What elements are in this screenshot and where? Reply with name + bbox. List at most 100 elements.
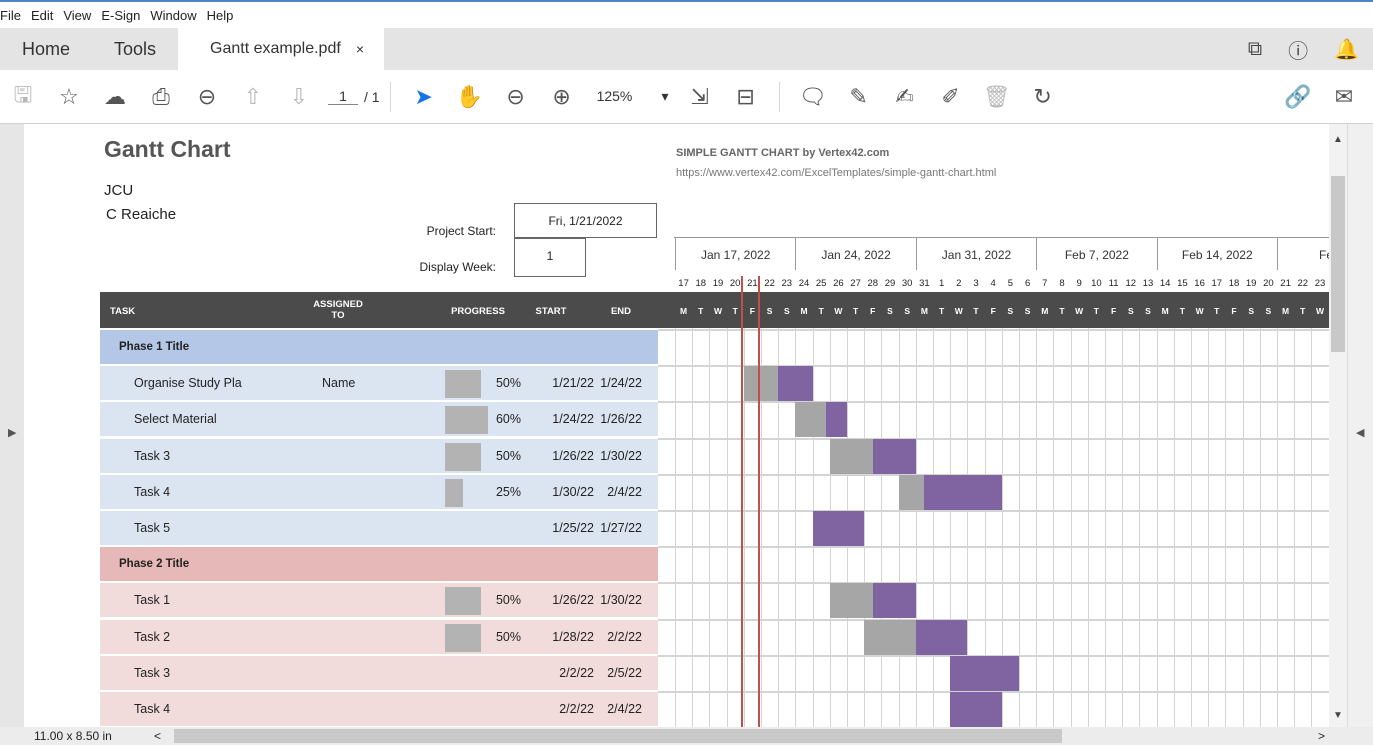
scroll-down-icon[interactable]: ▼ <box>1333 710 1343 721</box>
print-icon[interactable]: ⎙ <box>138 84 184 110</box>
next-page-icon[interactable]: ⇩ <box>276 84 322 110</box>
upload-cloud-icon[interactable]: ☁ <box>92 84 138 110</box>
day-number: 23 <box>1314 278 1326 289</box>
task-name: Task 4 <box>134 702 171 716</box>
zoom-in-icon[interactable]: ⊕ <box>539 84 585 110</box>
link-share-icon[interactable]: 🔗 <box>1275 84 1321 110</box>
grid-column-line <box>1053 328 1055 727</box>
scroll-right-icon[interactable]: > <box>1318 729 1325 743</box>
previous-page-icon[interactable]: ⇧ <box>230 84 276 110</box>
end-date: 1/24/22 <box>600 376 642 391</box>
page-total: / 1 <box>364 88 380 105</box>
day-number: 12 <box>1125 278 1137 289</box>
gantt-bar-remaining <box>915 619 968 655</box>
phase-header-row: Phase 1 Title <box>100 330 658 364</box>
highlight-pen-icon[interactable]: ✎ <box>836 84 882 110</box>
day-letter: S <box>1127 306 1134 316</box>
task-name: Task 2 <box>134 629 171 644</box>
project-start-label: Project Start: <box>426 224 496 238</box>
progress-value <box>445 656 521 690</box>
task-row: Task 2 50% 1/28/22 2/2/22 <box>100 619 658 654</box>
today-marker-line <box>758 276 760 727</box>
scroll-up-icon[interactable]: ▲ <box>1333 134 1343 145</box>
main-toolbar: 🖫 ☆ ☁ ⎙ ⊖ ⇧ ⇩ 1 / 1 ➤ ✋ ⊖ ⊕ 125% ▾ ⇲ ⊟ 🗨… <box>0 70 1373 124</box>
day-letter: M <box>800 306 808 316</box>
menu-view[interactable]: View <box>61 8 97 23</box>
menu-window[interactable]: Window <box>148 8 202 23</box>
page-title: Gantt Chart <box>104 136 231 162</box>
grid-column-line <box>881 328 883 727</box>
menu-edit[interactable]: Edit <box>29 8 59 23</box>
menu-help[interactable]: Help <box>205 8 240 23</box>
day-letter: W <box>1315 306 1324 316</box>
day-letter: F <box>990 306 996 316</box>
scroll-mode-icon[interactable]: ⊟ <box>723 84 769 110</box>
gantt-bar-completed <box>898 474 925 510</box>
task-name: Phase 2 Title <box>119 558 190 571</box>
delete-trash-icon[interactable]: 🗑 <box>974 84 1020 110</box>
gantt-bar-completed <box>829 583 873 619</box>
task-name: Select Material <box>134 412 217 427</box>
day-number: 6 <box>1024 278 1031 289</box>
zoom-search-icon[interactable]: ⊖ <box>184 84 230 110</box>
share-screen-icon[interactable]: ⧉ <box>1248 38 1262 61</box>
close-icon[interactable]: × <box>356 41 364 57</box>
select-pointer-icon[interactable]: ➤ <box>401 84 447 110</box>
column-start: START <box>535 306 567 317</box>
right-panel-toggle[interactable]: ◀ <box>1347 124 1373 727</box>
week-header: Feb 21 <box>1277 238 1329 270</box>
task-name: Organise Study Pla <box>134 376 242 391</box>
tab-home[interactable]: Home <box>0 28 92 70</box>
day-letter: M <box>1282 306 1290 316</box>
day-letter: M <box>1161 306 1169 316</box>
save-icon[interactable]: 🖫 <box>0 78 46 116</box>
menu-file[interactable]: File <box>0 8 27 23</box>
end-date: 1/30/22 <box>600 593 642 608</box>
progress-value: 25% <box>495 484 521 499</box>
day-number: 14 <box>1159 278 1171 289</box>
day-number: 2 <box>956 278 962 289</box>
expand-right-icon: ▶ <box>8 427 17 439</box>
vertical-scrollbar[interactable]: ▲ ▼ <box>1329 124 1347 727</box>
day-number: 9 <box>1076 278 1082 289</box>
rotate-icon[interactable]: ↻ <box>1020 84 1066 110</box>
page-number-input[interactable]: 1 <box>328 88 358 105</box>
day-letter: S <box>783 306 790 316</box>
comment-icon[interactable]: 🗨 <box>790 84 836 110</box>
zoom-select[interactable]: 125% ▾ <box>597 88 677 105</box>
grid-column-line <box>1019 328 1020 727</box>
grid-column-line <box>1208 328 1210 727</box>
template-url: https://www.vertex42.com/ExcelTemplates/… <box>676 167 997 179</box>
menu-esign[interactable]: E-Sign <box>99 8 146 23</box>
page-navigator: 1 / 1 <box>328 88 380 105</box>
sign-icon[interactable]: ✍ <box>882 84 928 110</box>
end-date: 1/26/22 <box>600 412 642 427</box>
task-row: Task 3 2/2/22 2/5/22 <box>100 655 658 690</box>
day-letter: W <box>1075 306 1084 316</box>
tab-document[interactable]: Gantt example.pdf × <box>178 28 385 70</box>
scroll-left-icon[interactable]: < <box>154 729 161 743</box>
day-letter: W <box>834 306 843 316</box>
horizontal-scroll-thumb[interactable] <box>174 729 1062 743</box>
zoom-out-icon[interactable]: ⊖ <box>493 84 539 110</box>
day-number: 27 <box>850 278 861 289</box>
column-end: END <box>610 306 632 317</box>
start-date: 1/25/22 <box>552 521 594 535</box>
bookmark-star-icon[interactable]: ☆ <box>46 84 92 110</box>
help-icon[interactable]: ⓘ <box>1288 35 1308 64</box>
vertical-scroll-thumb[interactable] <box>1331 176 1345 352</box>
edit-text-icon[interactable]: ✐ <box>928 84 974 110</box>
day-letter: S <box>1145 306 1151 316</box>
day-letter: S <box>766 306 773 316</box>
end-date: 2/4/22 <box>607 484 642 499</box>
day-letter: T <box>938 306 945 316</box>
fit-page-icon[interactable]: ⇲ <box>677 84 723 110</box>
left-panel-toggle[interactable]: ▶ <box>0 124 24 727</box>
project-start-value: Fri, 1/21/2022 <box>514 203 657 238</box>
notification-bell-icon[interactable]: 🔔 <box>1334 37 1359 62</box>
tab-tools[interactable]: Tools <box>92 28 178 70</box>
day-number: 23 <box>781 278 793 289</box>
week-header: Feb 7, 2022 <box>1036 238 1156 270</box>
hand-pan-icon[interactable]: ✋ <box>447 84 493 110</box>
email-icon[interactable]: ✉ <box>1321 84 1367 110</box>
